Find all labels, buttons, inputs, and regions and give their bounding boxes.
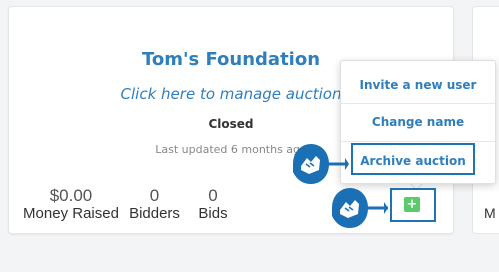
menu-divider bbox=[341, 103, 495, 104]
stat-money-raised: $0.00 Money Raised bbox=[21, 187, 121, 223]
next-card-partial-label: M bbox=[484, 205, 496, 221]
stat-bidders: 0 Bidders bbox=[127, 187, 182, 223]
pointing-hand-icon bbox=[293, 144, 349, 184]
auction-options-menu: Invite a new user Change name Archive au… bbox=[340, 60, 496, 184]
menu-divider bbox=[341, 141, 495, 142]
menu-item-invite-user[interactable]: Invite a new user bbox=[341, 78, 495, 92]
menu-item-change-name[interactable]: Change name bbox=[341, 115, 495, 129]
pointing-hand-icon bbox=[332, 188, 388, 228]
menu-item-archive-auction[interactable]: Archive auction bbox=[351, 143, 475, 175]
bids-label: Bids bbox=[198, 205, 228, 222]
bidders-label: Bidders bbox=[129, 205, 180, 222]
money-raised-label: Money Raised bbox=[23, 205, 119, 222]
bids-value: 0 bbox=[208, 186, 218, 205]
stat-bids: 0 Bids bbox=[193, 187, 233, 223]
plus-icon[interactable]: + bbox=[404, 197, 420, 212]
money-raised-value: $0.00 bbox=[49, 186, 93, 205]
bidders-value: 0 bbox=[149, 186, 160, 205]
